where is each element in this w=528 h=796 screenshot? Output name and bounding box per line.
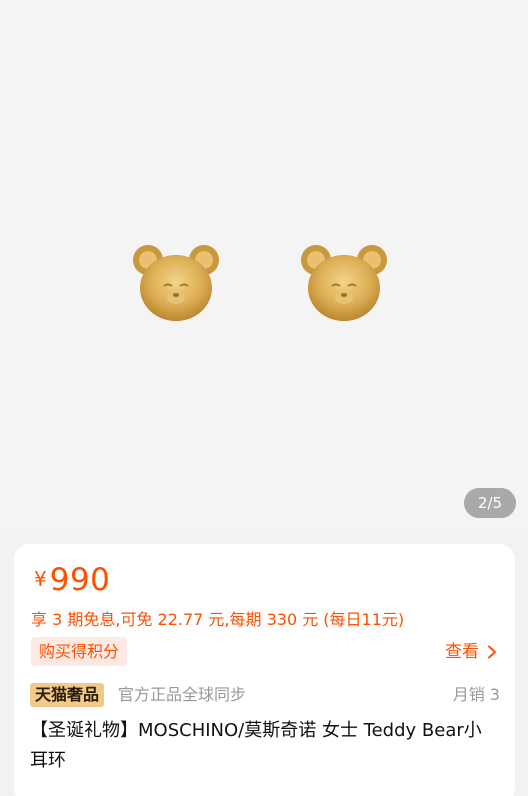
brand-row: 天猫奢品 官方正品全球同步 月销 3 xyxy=(30,683,500,707)
currency-symbol: ¥ xyxy=(34,567,47,591)
tmall-luxury-badge: 天猫奢品 xyxy=(30,683,105,707)
price-amount: 990 xyxy=(49,562,111,598)
price-row: ¥990 xyxy=(34,562,110,598)
view-details-label: 查看 xyxy=(445,642,479,662)
installment-info[interactable]: 享 3 期免息,可免 22.77 元,每期 330 元 (每日11元) xyxy=(31,606,404,630)
product-detail-page: 2/5 ¥990 享 3 期免息,可免 22.77 元,每期 330 元 (每日… xyxy=(0,0,528,796)
chevron-right-icon xyxy=(488,645,496,659)
earring-right-image xyxy=(301,245,387,321)
brand-description: 官方正品全球同步 xyxy=(118,685,247,704)
product-title: 【圣诞礼物】MOSCHINO/莫斯奇诺 女士 Teddy Bear小耳环 xyxy=(30,720,482,771)
view-details-link[interactable]: 查看 xyxy=(445,640,499,664)
points-badge: 购买得积分 xyxy=(31,637,128,666)
image-page-indicator: 2/5 xyxy=(464,488,516,518)
product-info-card: ¥990 享 3 期免息,可免 22.77 元,每期 330 元 (每日11元)… xyxy=(14,544,515,796)
product-image-gallery[interactable]: 2/5 xyxy=(0,0,528,530)
monthly-sales: 月销 3 xyxy=(452,685,500,704)
earring-left-image xyxy=(133,245,219,321)
